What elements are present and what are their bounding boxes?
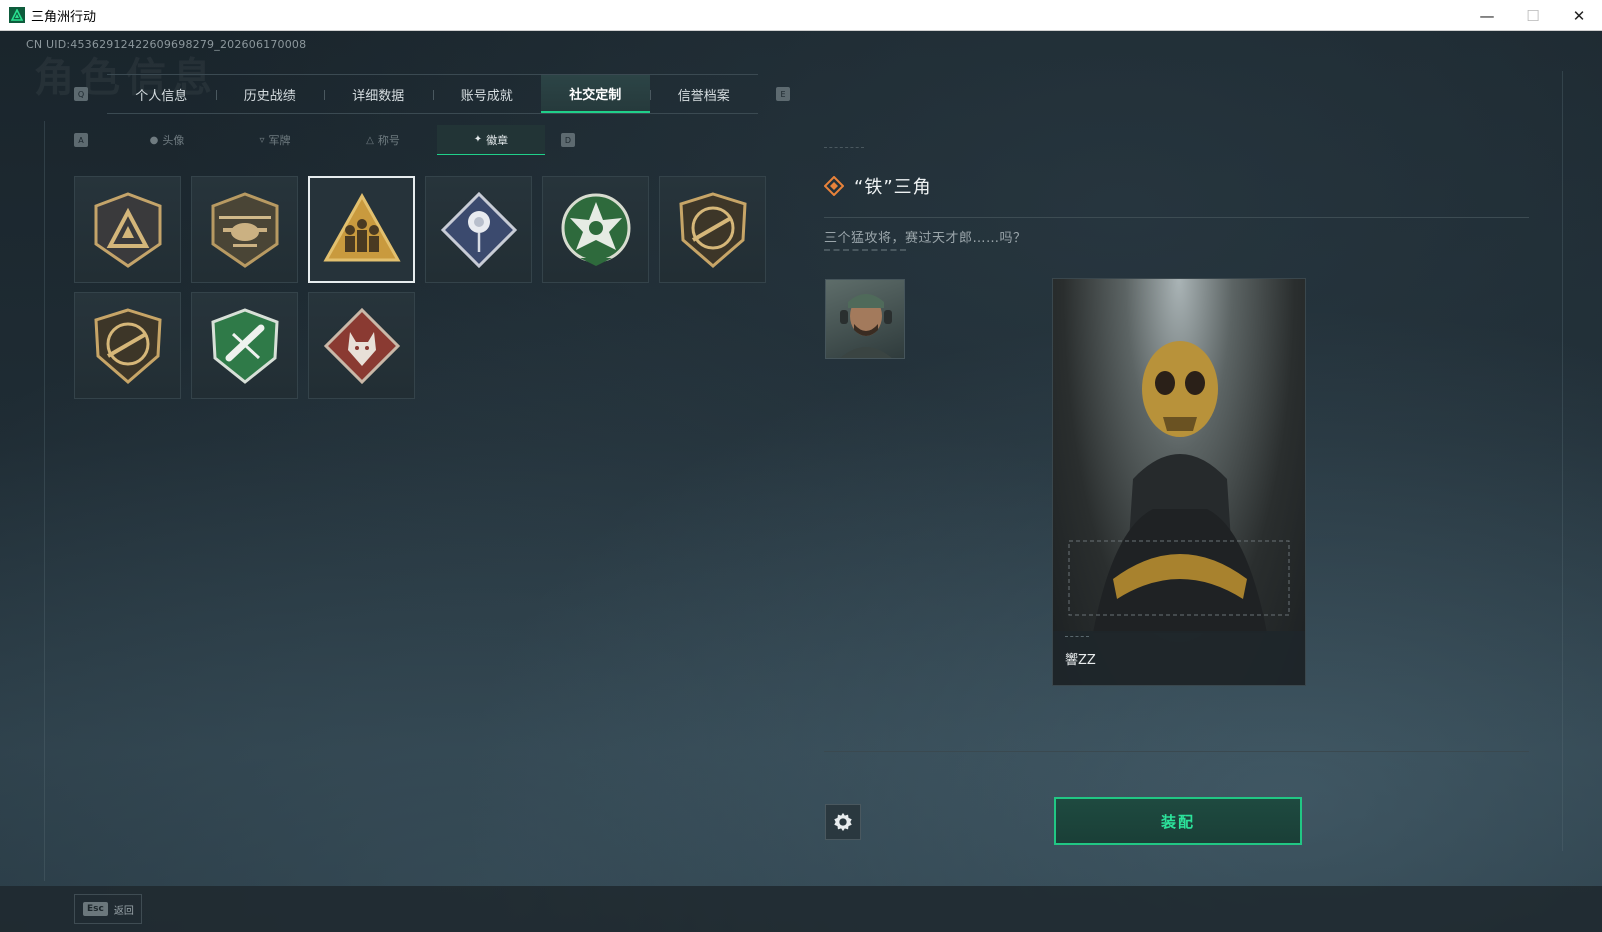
subtab-title[interactable]: △ 称号	[329, 125, 437, 155]
orange-diamond-icon	[824, 176, 844, 196]
gear-icon	[834, 812, 852, 832]
prev-tab-key-hint[interactable]: Q	[74, 87, 88, 101]
tab-social-customization[interactable]: 社交定制	[541, 75, 650, 113]
badge-slot[interactable]	[425, 176, 532, 283]
frame-line	[44, 121, 45, 881]
settings-button[interactable]	[825, 804, 861, 840]
badge-detail-header: “铁”三角	[824, 173, 932, 199]
tab-personal-info[interactable]: 个人信息	[107, 75, 216, 113]
esc-key-hint: Esc	[83, 902, 108, 916]
next-subtab-key-hint[interactable]: D	[561, 133, 575, 147]
badge-wings-icon: ✦	[473, 134, 483, 145]
tab-achievements[interactable]: 账号成就	[432, 75, 542, 113]
subtab-label: 军牌	[268, 134, 291, 147]
badge-slot[interactable]	[542, 176, 649, 283]
subtab-label: 徽章	[486, 133, 509, 147]
soldiers-triangle-badge-icon	[322, 192, 401, 261]
wolf-diamond-badge-icon	[323, 307, 400, 384]
decorative-dash	[824, 147, 864, 149]
tag-icon: ▿	[259, 134, 265, 146]
badge-grid	[74, 176, 776, 399]
window-controls: — ☐ ✕	[1464, 0, 1602, 31]
frame-line	[1562, 71, 1563, 851]
rifle-shield-badge-icon	[678, 191, 747, 268]
person-icon: ●	[149, 134, 159, 146]
tab-credit-record[interactable]: 信誉档案	[649, 75, 759, 113]
rifle-shield-badge-icon	[93, 307, 162, 384]
badge-slot[interactable]	[74, 176, 181, 283]
uid-label: CN UID:45362912422609698279_202606170008	[26, 38, 307, 51]
green-star-badge-icon	[561, 193, 630, 266]
player-name: 響ZZ	[1065, 652, 1096, 668]
maximize-button[interactable]: ☐	[1510, 0, 1556, 31]
badge-slot[interactable]	[191, 176, 298, 283]
badge-title: “铁”三角	[854, 177, 932, 198]
player-card: 響ZZ	[1052, 278, 1306, 686]
subtab-dogtag[interactable]: ▿ 军牌	[221, 125, 329, 155]
next-tab-key-hint[interactable]: E	[776, 87, 790, 101]
green-missile-badge-icon	[210, 307, 279, 384]
back-button[interactable]: Esc 返回	[74, 894, 142, 924]
badge-slot[interactable]	[74, 292, 181, 399]
tab-match-history[interactable]: 历史战绩	[215, 75, 325, 113]
divider	[824, 751, 1529, 752]
badge-description: 三个猛攻将，赛过天才郎……吗？	[824, 231, 1027, 246]
subtab-avatar[interactable]: ● 头像	[113, 125, 221, 155]
rose-diamond-badge-icon	[440, 191, 517, 268]
bottom-bar: Esc 返回	[0, 886, 1602, 932]
card-footer: 響ZZ	[1053, 631, 1305, 685]
subtab-label: 头像	[162, 134, 185, 147]
helicopter-badge-icon	[211, 191, 278, 268]
subtab-label: 称号	[377, 134, 400, 147]
triangle-icon: △	[366, 134, 374, 146]
window-title: 三角洲行动	[31, 9, 97, 25]
sub-tab-bar: ● 头像 ▿ 军牌 △ 称号 ✦ 徽章	[113, 125, 545, 155]
window-titlebar: 三角洲行动 — ☐ ✕	[0, 0, 1602, 31]
soldier-portrait-icon	[840, 294, 892, 358]
delta-shield-badge-icon	[94, 191, 161, 268]
badge-slot[interactable]	[308, 292, 415, 399]
app-logo-icon	[9, 7, 25, 23]
skull-operator-art-icon	[1068, 341, 1290, 633]
prev-subtab-key-hint[interactable]: A	[74, 133, 88, 147]
tab-detailed-data[interactable]: 详细数据	[324, 75, 433, 113]
minimize-button[interactable]: —	[1464, 0, 1510, 31]
main-tab-bar: 个人信息 历史战绩 详细数据 账号成就 社交定制 信誉档案	[107, 74, 758, 114]
close-button[interactable]: ✕	[1556, 0, 1602, 31]
badge-slot-selected[interactable]	[308, 176, 415, 283]
divider	[824, 217, 1529, 218]
game-view: 角色信息 CN UID:45362912422609698279_2026061…	[0, 31, 1602, 932]
decorative-dash	[824, 249, 906, 251]
player-avatar	[825, 279, 905, 359]
back-label: 返回	[113, 905, 134, 917]
subtab-badge[interactable]: ✦ 徽章	[437, 125, 545, 155]
decorative-dash	[1065, 636, 1089, 637]
badge-slot[interactable]	[191, 292, 298, 399]
badge-slot[interactable]	[659, 176, 766, 283]
equip-button[interactable]: 装配	[1054, 797, 1302, 845]
